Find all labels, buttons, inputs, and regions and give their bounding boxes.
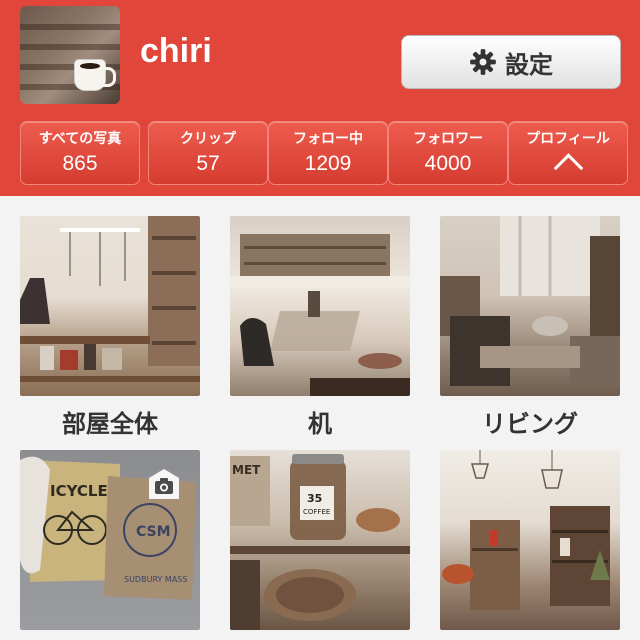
profile-header: chiri 設定 すべての写真 865 クリップ 57 フォロー中 1209 フ… — [0, 0, 640, 196]
stat-value: 1209 — [304, 152, 352, 175]
svg-text:35: 35 — [307, 492, 322, 505]
chevron-up-icon — [553, 153, 583, 184]
album-caption: 机 — [308, 410, 332, 438]
album-caption: リビング — [482, 410, 578, 438]
svg-text:ICYCLE: ICYCLE — [50, 482, 108, 500]
stat-value: 4000 — [424, 152, 472, 175]
stat-label: すべての写真 — [38, 131, 122, 147]
svg-text:CSM: CSM — [136, 524, 171, 540]
stat-label: プロフィール — [526, 131, 610, 147]
coffee-mug-image — [75, 60, 105, 90]
stat-all-photos[interactable]: すべての写真 865 — [20, 121, 140, 185]
settings-label: 設定 — [505, 50, 553, 79]
stat-following[interactable]: フォロー中 1209 — [268, 121, 388, 185]
stat-label: フォロワー — [413, 131, 483, 147]
settings-button[interactable]: 設定 — [401, 35, 621, 89]
stat-profile[interactable]: プロフィール — [508, 121, 628, 185]
album-photo[interactable] — [20, 216, 200, 396]
stat-label: クリップ — [180, 131, 236, 147]
username: chiri — [140, 32, 212, 70]
stat-followers[interactable]: フォロワー 4000 — [388, 121, 508, 185]
album-grid: 部屋全体 机 リビング ICYCLE CSM SUDBURY MASS MET … — [0, 196, 640, 640]
svg-text:MET: MET — [232, 463, 261, 477]
stat-value: 865 — [62, 152, 98, 175]
album-photo[interactable] — [230, 216, 410, 396]
camera-icon — [149, 469, 179, 499]
album-photo[interactable]: MET 35 COFFEE — [230, 450, 410, 630]
stat-value: 57 — [196, 152, 220, 175]
avatar[interactable] — [20, 6, 120, 104]
album-photo[interactable]: ICYCLE CSM SUDBURY MASS — [20, 450, 200, 630]
album-caption: 部屋全体 — [62, 410, 158, 438]
stat-label: フォロー中 — [293, 131, 363, 147]
album-photo[interactable] — [440, 450, 620, 630]
gear-icon — [470, 49, 496, 75]
svg-text:COFFEE: COFFEE — [303, 508, 330, 516]
album-photo[interactable] — [440, 216, 620, 396]
svg-text:SUDBURY MASS: SUDBURY MASS — [124, 575, 187, 584]
stat-clips[interactable]: クリップ 57 — [148, 121, 268, 185]
